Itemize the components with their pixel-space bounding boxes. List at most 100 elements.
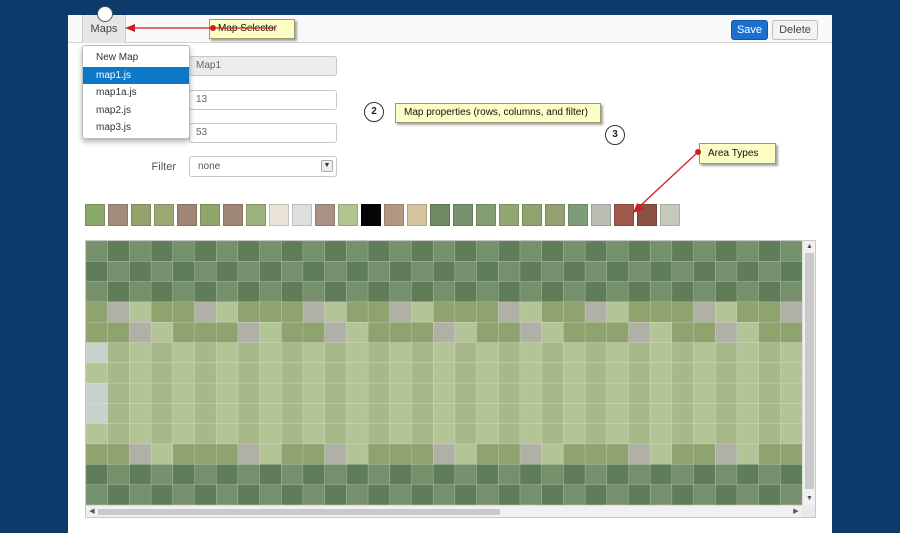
map-tile[interactable] — [281, 362, 304, 384]
map-tile[interactable] — [780, 403, 802, 424]
map-tile[interactable] — [150, 362, 174, 384]
map-tile[interactable] — [367, 281, 391, 303]
map-tile[interactable] — [281, 321, 304, 343]
map-tile[interactable] — [215, 362, 239, 384]
map-tile[interactable] — [194, 443, 217, 465]
map-tile[interactable] — [259, 301, 282, 323]
map-tile[interactable] — [628, 362, 651, 384]
area-type-tile-forest-dense[interactable] — [430, 204, 450, 226]
horizontal-scrollbar[interactable]: ◀ ▶ — [86, 505, 802, 517]
map-tile[interactable] — [411, 484, 434, 505]
map-tile[interactable] — [628, 484, 651, 505]
area-type-tile-fountain[interactable] — [338, 204, 358, 226]
map-tile[interactable] — [606, 484, 629, 505]
map-tile[interactable] — [541, 342, 564, 364]
map-tile[interactable] — [172, 362, 195, 384]
map-tile[interactable] — [498, 443, 521, 465]
map-tile[interactable] — [389, 261, 412, 282]
map-tile[interactable] — [281, 241, 304, 262]
map-tile[interactable] — [259, 403, 282, 424]
map-tile[interactable] — [107, 403, 130, 424]
map-tile[interactable] — [758, 362, 781, 384]
map-tile[interactable] — [411, 382, 434, 404]
map-tile[interactable] — [649, 342, 673, 364]
map-tile[interactable] — [541, 382, 564, 404]
map-tile[interactable] — [107, 464, 130, 485]
map-tile[interactable] — [693, 362, 716, 384]
map-tile[interactable] — [780, 443, 802, 465]
map-tile[interactable] — [519, 241, 542, 262]
map-tile[interactable] — [129, 464, 152, 485]
map-tile[interactable] — [649, 321, 673, 343]
map-tile[interactable] — [519, 403, 542, 424]
map-tile[interactable] — [324, 403, 347, 424]
map-tile[interactable] — [563, 362, 586, 384]
area-type-tile-forest-mixed[interactable] — [453, 204, 473, 226]
map-tile[interactable] — [584, 382, 608, 404]
map-tile[interactable] — [411, 321, 434, 343]
map-tile[interactable] — [584, 464, 608, 485]
map-tile[interactable] — [86, 261, 108, 282]
map-tile[interactable] — [649, 301, 673, 323]
dropdown-item-map1a[interactable]: map1a.js — [83, 84, 189, 102]
delete-button[interactable]: Delete — [772, 20, 818, 40]
map-tile[interactable] — [476, 403, 499, 424]
map-tile[interactable] — [519, 382, 542, 404]
map-tile[interactable] — [780, 301, 802, 323]
map-tile[interactable] — [584, 241, 608, 262]
map-tile[interactable] — [671, 484, 694, 505]
map-tile[interactable] — [780, 382, 802, 404]
map-tile[interactable] — [150, 382, 174, 404]
map-tile[interactable] — [476, 281, 499, 303]
map-tile[interactable] — [498, 423, 521, 445]
map-tile[interactable] — [194, 362, 217, 384]
area-type-tile-stone-face[interactable] — [269, 204, 289, 226]
map-tile[interactable] — [628, 443, 651, 465]
map-tile[interactable] — [86, 403, 108, 424]
map-tile[interactable] — [432, 403, 456, 424]
map-tile[interactable] — [758, 464, 781, 485]
map-tile[interactable] — [324, 342, 347, 364]
map-tile[interactable] — [584, 423, 608, 445]
map-tile[interactable] — [259, 382, 282, 404]
map-tile[interactable] — [606, 403, 629, 424]
map-tile[interactable] — [476, 241, 499, 262]
map-tile[interactable] — [281, 484, 304, 505]
scroll-down-icon[interactable]: ▼ — [803, 494, 815, 504]
map-tile[interactable] — [432, 261, 456, 282]
map-tile[interactable] — [411, 443, 434, 465]
map-tile[interactable] — [432, 464, 456, 485]
map-tile[interactable] — [86, 443, 108, 465]
map-tile[interactable] — [150, 403, 174, 424]
map-tile[interactable] — [758, 301, 781, 323]
maps-tab[interactable]: Maps — [82, 6, 126, 43]
map-tile[interactable] — [215, 484, 239, 505]
map-tile[interactable] — [671, 281, 694, 303]
area-type-tile-statue-sand[interactable] — [407, 204, 427, 226]
map-tile[interactable] — [649, 403, 673, 424]
map-tile[interactable] — [367, 382, 391, 404]
save-button[interactable]: Save — [731, 20, 768, 40]
map-tile[interactable] — [715, 362, 738, 384]
map-tile[interactable] — [346, 342, 369, 364]
map-tile[interactable] — [693, 321, 716, 343]
map-tile[interactable] — [389, 403, 412, 424]
map-tile[interactable] — [498, 382, 521, 404]
map-tile[interactable] — [237, 281, 260, 303]
map-tile[interactable] — [563, 382, 586, 404]
map-tile[interactable] — [519, 342, 542, 364]
map-tile[interactable] — [86, 362, 108, 384]
map-tile[interactable] — [150, 423, 174, 445]
map-tile[interactable] — [367, 301, 391, 323]
map-tile[interactable] — [150, 443, 174, 465]
map-tile[interactable] — [389, 342, 412, 364]
map-tile[interactable] — [194, 403, 217, 424]
map-tile[interactable] — [541, 281, 564, 303]
map-tile[interactable] — [259, 321, 282, 343]
map-tile[interactable] — [129, 423, 152, 445]
map-tile[interactable] — [86, 281, 108, 303]
map-tile[interactable] — [237, 301, 260, 323]
map-tile[interactable] — [259, 484, 282, 505]
map-tile[interactable] — [606, 241, 629, 262]
map-tile[interactable] — [715, 484, 738, 505]
